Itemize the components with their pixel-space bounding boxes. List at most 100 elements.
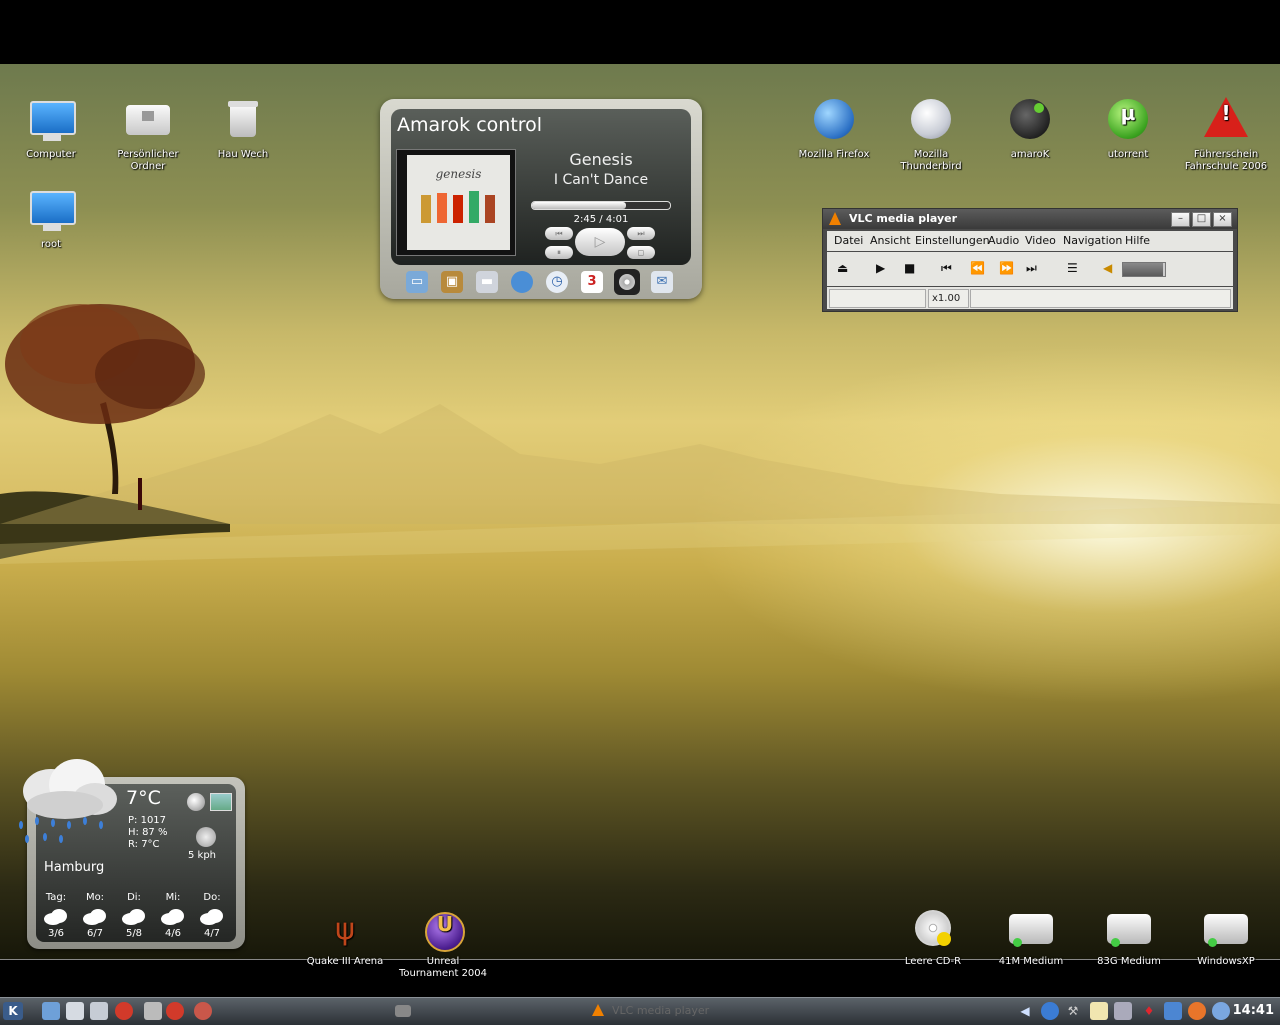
tray-volume-icon[interactable] [1212,1002,1230,1020]
next-button[interactable]: ⏭ [627,227,655,240]
seek-bar[interactable] [970,289,1231,308]
desktop-icon-computer[interactable]: Computer [5,97,97,161]
vlc-controls: ⏏ ▶ ■ ⏮ ⏪ ⏩ ⏭ ☰ ◀ [827,252,1233,286]
volume-fill [1123,263,1163,276]
calendar-icon[interactable]: 3 [581,271,603,293]
media-player-icon[interactable] [614,269,640,295]
previous-button[interactable]: ⏮ [545,227,573,240]
playlist-icon[interactable]: ☰ [1067,261,1078,275]
kde-menu-button[interactable]: K [3,1002,23,1020]
amarok-control-widget: Amarok control genesis Genesis I Can't D… [380,99,702,299]
desktop-icon-firefox[interactable]: Mozilla Firefox [788,97,880,161]
home-folder-icon [124,97,172,145]
desktop-icon-83g-medium[interactable]: 83G Medium [1083,910,1175,968]
desktop-icon-amarok[interactable]: amaroK [984,97,1076,161]
forecast-day-label: Mi: [165,892,181,903]
menu-datei[interactable]: Datei [834,234,863,247]
amarok-app-toolbar: ▭ ▣ ▬ ◷ 3 ✉ [406,269,686,295]
tray-updates-icon[interactable] [1164,1002,1182,1020]
skip-back-icon[interactable]: ⏮ [941,261,952,276]
rewind-icon[interactable]: ⏪ [970,261,985,275]
taskbar-clock[interactable]: 14:41 [1233,1003,1274,1018]
taskbar-task-vlc[interactable]: VLC media player [592,1001,762,1021]
minimize-button[interactable]: – [1171,212,1190,227]
drive-icon [1007,910,1055,952]
menu-video[interactable]: Video [1025,234,1056,247]
forecast-day: Di: 5/8 [116,892,152,939]
album-art-figures [421,191,495,223]
desktop-icon-cd[interactable]: Leere CD-R [887,910,979,968]
desktop-icon-fuehrerschein[interactable]: ! Führerschein Fahrschule 2006 [1180,97,1272,173]
quake-icon: ψ [335,912,355,947]
cloud-icon [82,908,108,926]
desktop-icon-41m-medium[interactable]: 41M Medium [985,910,1077,968]
skip-forward-icon[interactable]: ⏭ [1026,261,1037,276]
window-icon[interactable] [90,1002,108,1020]
desktop-icon-label: Unreal Tournament 2004 [398,956,488,979]
globe-icon[interactable] [511,271,533,293]
tray-arrow-icon[interactable]: ◀ [1016,1002,1034,1020]
speaker-icon[interactable]: ◀ [1103,261,1112,275]
menu-hilfe[interactable]: Hilfe [1125,234,1150,247]
package-icon[interactable]: ▣ [441,271,463,293]
status-field [829,289,926,308]
shutdown-icon[interactable] [166,1002,184,1020]
maximize-button[interactable]: □ [1192,212,1211,227]
track-progress-bar[interactable] [531,201,671,210]
play-icon[interactable]: ▶ [876,261,885,275]
fast-forward-icon[interactable]: ⏩ [999,261,1014,275]
desktop-icon-label: root [40,239,62,250]
desktop-icon-utorrent[interactable]: µ utorrent [1082,97,1174,161]
desktop-icon-unreal[interactable]: U Unreal Tournament 2004 [397,910,489,980]
desktop-icon-thunderbird[interactable]: Mozilla Thunderbird [885,97,977,173]
amarok-panel: Amarok control genesis Genesis I Can't D… [391,109,691,265]
desktop-icon-windowsxp[interactable]: WindowsXP [1180,910,1272,968]
menu-ansicht[interactable]: Ansicht [870,234,911,247]
tray-clipboard-icon[interactable] [1090,1002,1108,1020]
vlc-titlebar[interactable]: VLC media player – □ × [823,209,1237,229]
play-button[interactable]: ▷ [575,228,625,256]
eject-icon[interactable]: ⏏ [837,261,848,275]
track-title: I Can't Dance [553,172,649,188]
desktop-pager[interactable] [395,1005,411,1017]
amarok-title: Amarok control [397,114,543,136]
app-launcher-icon[interactable] [115,1002,133,1020]
forecast-day: Tag: 3/6 [38,892,74,939]
tray-tool-icon[interactable]: ⚒ [1064,1002,1082,1020]
desktop-icon-label: Hau Wech [217,149,269,160]
desktop-icon-label: WindowsXP [1197,956,1255,967]
drive-icon [1202,910,1250,952]
globe-icon[interactable] [187,793,205,811]
mail-icon[interactable]: ✉ [651,271,673,293]
desktop-icon-quake[interactable]: ψ Quake III Arena [299,910,391,968]
desktop-icon-trash[interactable]: Hau Wech [197,97,289,161]
home-icon[interactable] [66,1002,84,1020]
computer-icon[interactable]: ▭ [406,271,428,293]
tray-ruby-icon[interactable]: ♦ [1140,1002,1158,1020]
map-icon[interactable] [210,793,232,811]
menu-audio[interactable]: Audio [988,234,1019,247]
cloud-icon [160,908,186,926]
weather-widget: 7°C P: 1017 H: 87 % R: 7°C 5 kph Hamburg… [19,759,245,949]
menu-navigation[interactable]: Navigation [1063,234,1122,247]
clock-icon[interactable]: ◷ [546,271,568,293]
desktop-icon-home-folder[interactable]: Persönlicher Ordner [102,97,194,173]
desktop-icon-label: amaroK [1010,149,1050,160]
firefox-icon [810,97,858,145]
menu-einstellungen[interactable]: Einstellungen [915,234,990,247]
lock-icon[interactable] [144,1002,162,1020]
tray-network-icon[interactable] [1041,1002,1059,1020]
tray-firefox-icon[interactable] [1188,1002,1206,1020]
desktop-icon[interactable] [42,1002,60,1020]
desktop-icon-root[interactable]: root [5,187,97,251]
tray-monitor-icon[interactable] [1114,1002,1132,1020]
app-icon[interactable] [194,1002,212,1020]
desktop-icon-label: Mozilla Firefox [798,149,870,160]
stop-button[interactable]: ◻ [627,246,655,259]
track-artist: Genesis [569,150,633,169]
volume-slider[interactable] [1122,262,1166,277]
stop-icon[interactable]: ■ [904,261,915,275]
close-button[interactable]: × [1213,212,1232,227]
drive-icon[interactable]: ▬ [476,271,498,293]
pause-button[interactable]: ⏸ [545,246,573,259]
